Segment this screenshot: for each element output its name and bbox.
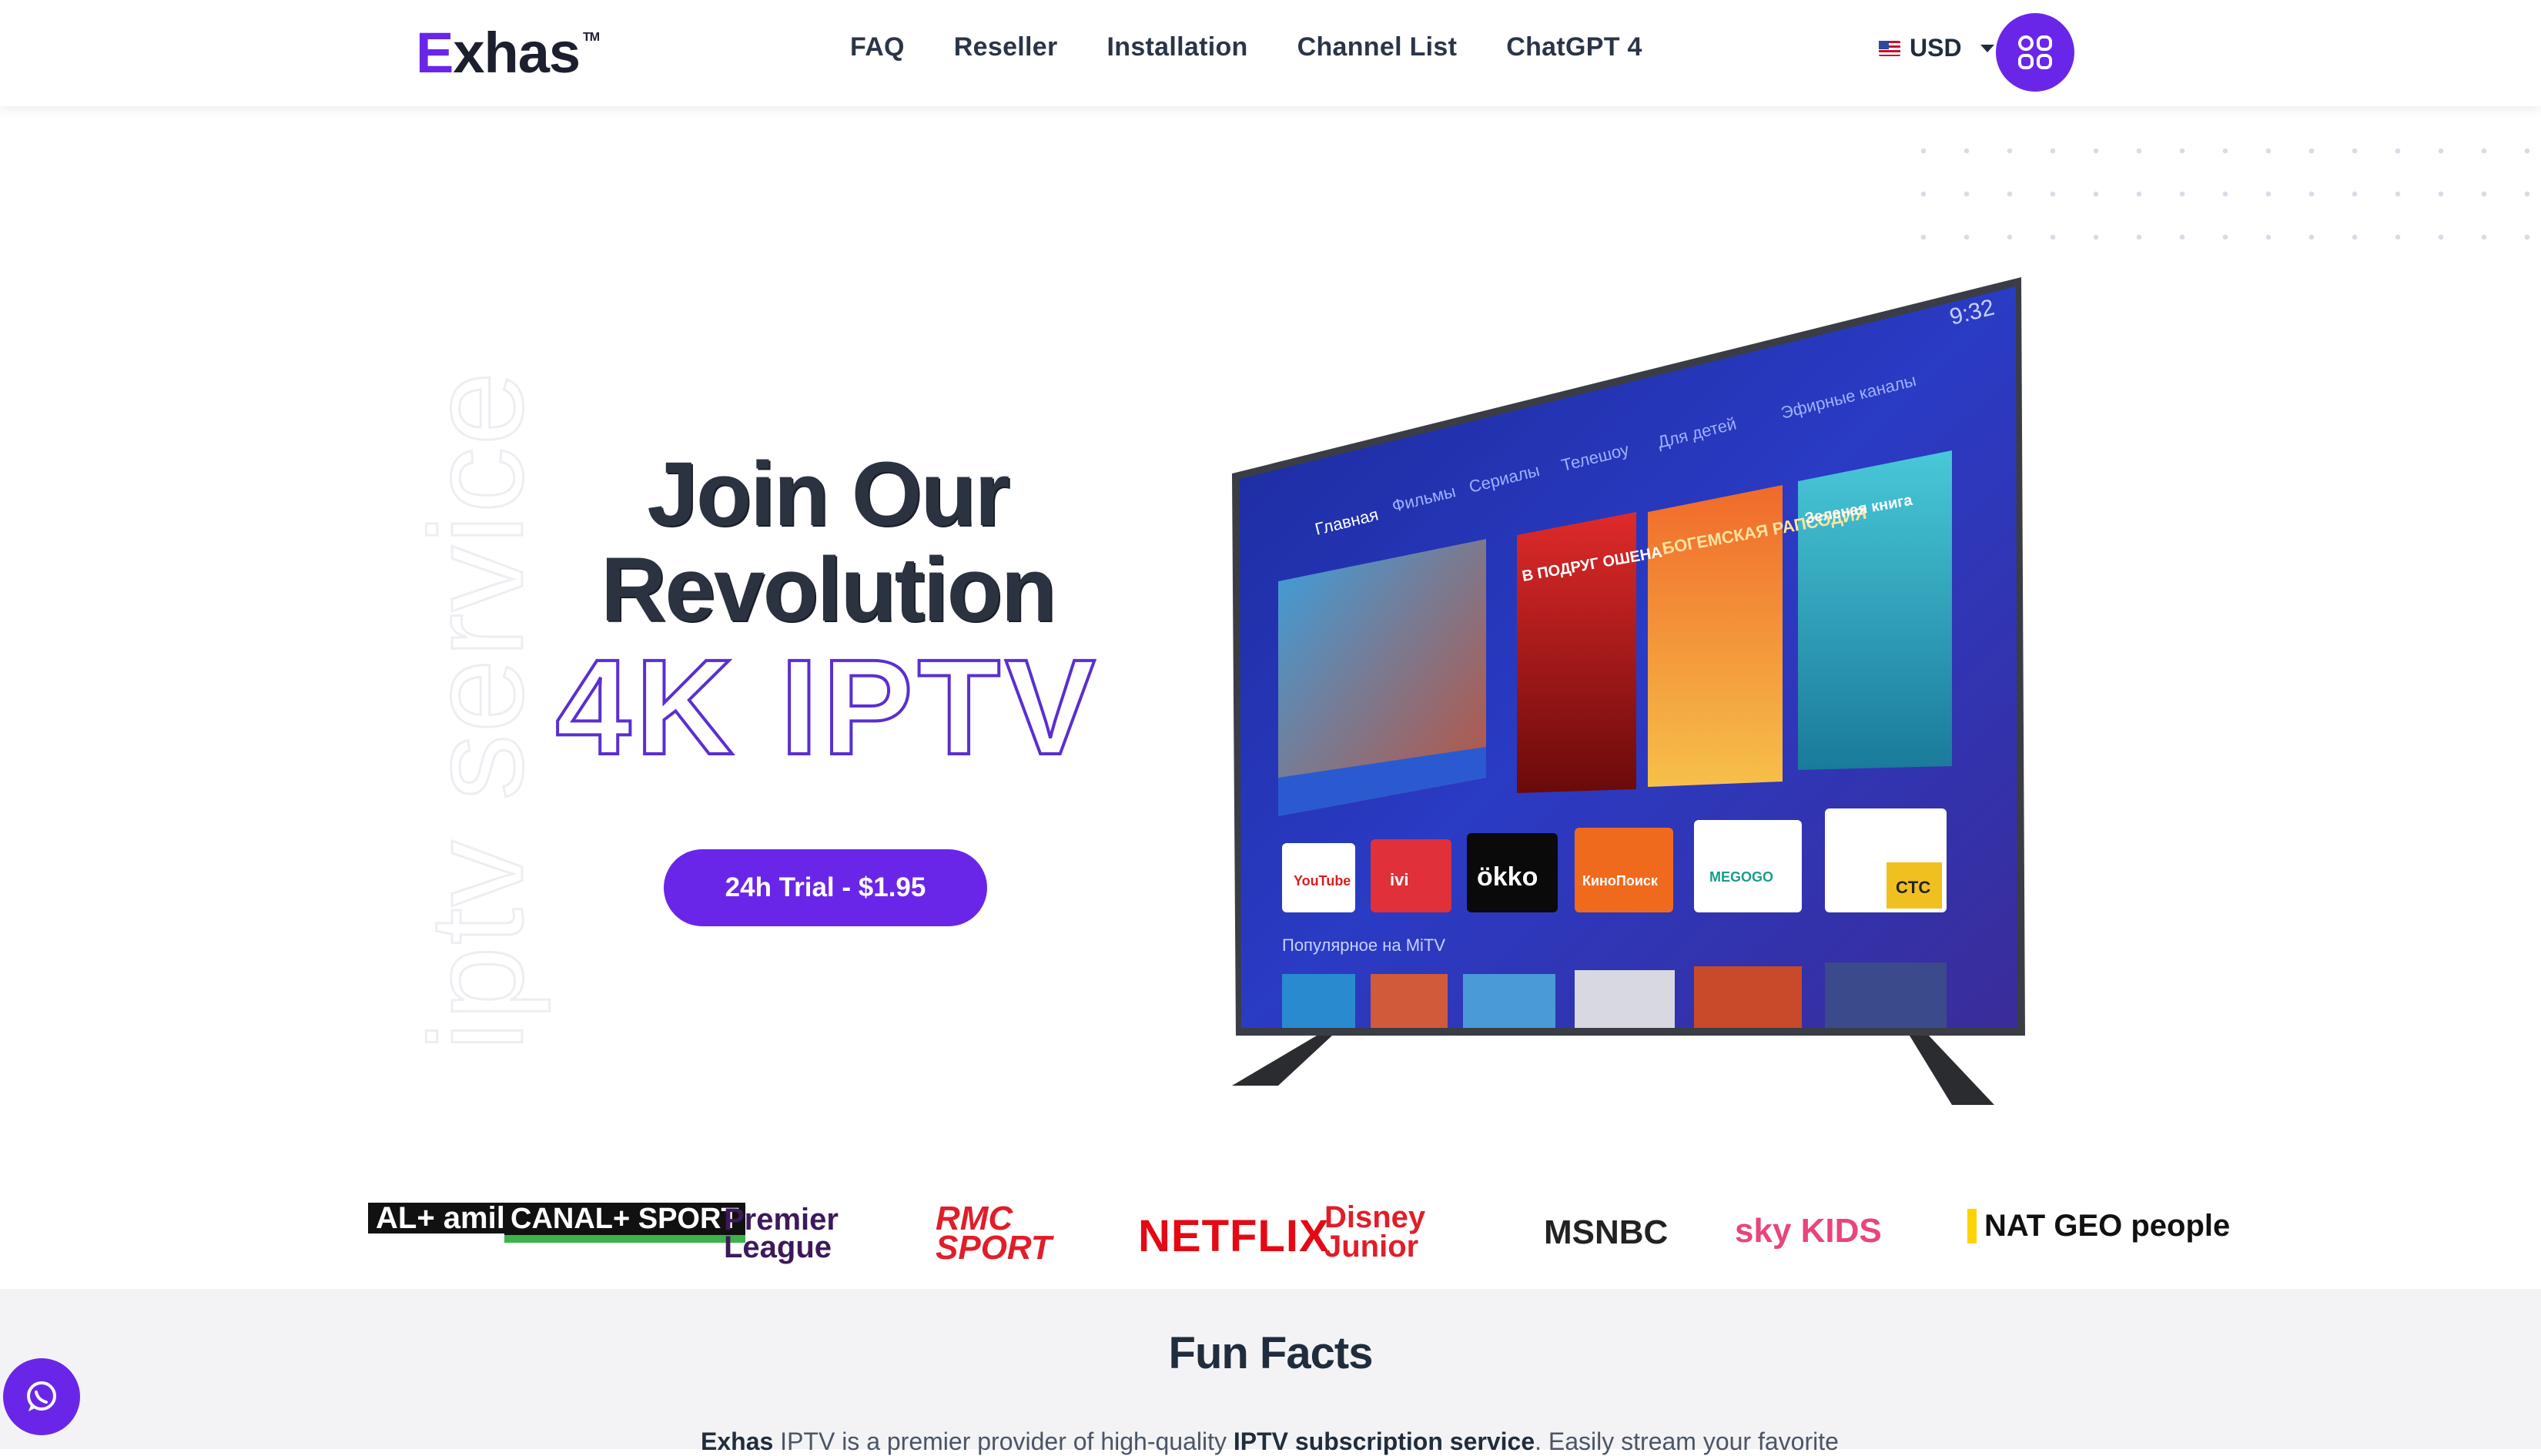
nav-faq[interactable]: FAQ [850,32,905,62]
channel-logo: sky KIDS [1735,1212,1882,1250]
apps-menu-button[interactable] [1996,13,2074,92]
site-header: Exhas TM FAQ Reseller Installation Channe… [0,0,2541,106]
channel-logo-strip: AL+ amily CANAL+ SPORT Premier League RM… [0,1173,2541,1289]
text-fragment: IPTV is a premier provider of high-quali… [773,1428,1234,1455]
channel-logo: RMC SPORT [936,1200,1052,1267]
hero-title: Join Our Revolution 4K IPTV [493,443,1163,783]
tv-app: ivi [1390,870,1408,889]
channel-logo: NETFLIX [1138,1211,1330,1261]
brand-name: Exhas [701,1428,774,1455]
text-fragment: . Easily stream your favorite [1535,1428,1839,1455]
tv-app: КиноПоиск [1582,873,1659,889]
nav-chatgpt[interactable]: ChatGPT 4 [1506,32,1642,62]
logo-trademark: TM [583,31,600,44]
channel-logo: MSNBC [1544,1213,1669,1251]
tv-app: YouTube [1294,873,1351,889]
logo[interactable]: Exhas TM [416,20,600,85]
nav-channel-list[interactable]: Channel List [1297,32,1458,62]
currency-label: USD [1910,34,1962,62]
hero-title-line1: Join Our [647,443,1009,545]
service-link[interactable]: IPTV subscription service [1234,1428,1535,1455]
nav-reseller[interactable]: Reseller [954,32,1058,62]
whatsapp-button[interactable] [3,1358,80,1435]
main-nav: FAQ Reseller Installation Channel List C… [850,32,1692,62]
grid-icon [2018,35,2052,69]
hero-title-line3: 4K IPTV [554,632,1100,783]
trial-button[interactable]: 24h Trial - $1.95 [664,849,987,926]
decorative-dot-pattern [1902,129,2533,260]
fun-facts-section: Fun Facts Exhas IPTV is a premier provid… [0,1289,2541,1455]
tv-illustration: 9:32 Главная Фильмы Сериалы Телешоу Для … [1232,277,2025,1105]
fun-facts-title: Fun Facts [1168,1328,1374,1378]
currency-selector[interactable]: USD [1879,34,1994,62]
nav-installation[interactable]: Installation [1107,32,1248,62]
tv-app: ökko [1477,862,1538,892]
tv-row-label: Популярное на MiTV [1282,936,1445,955]
whatsapp-icon [27,1381,56,1411]
chevron-down-icon [1980,44,1994,52]
logo-text: xhas [453,21,581,85]
us-flag-icon [1879,40,1900,56]
tv-app: MEGOGO [1709,869,1773,885]
fun-facts-text: Exhas IPTV is a premier provider of high… [701,1428,1839,1456]
channel-logo: Premier League [724,1203,839,1264]
channel-logo: NAT GEO people [1967,1209,2230,1243]
logo-letter: E [416,21,454,85]
channel-logo: Disney Junior [1324,1200,1426,1264]
channel-logo: CANAL+ SPORT [504,1203,745,1243]
hero-title-line2: Revolution [601,539,1056,641]
tv-app: CTC [1896,878,1930,897]
